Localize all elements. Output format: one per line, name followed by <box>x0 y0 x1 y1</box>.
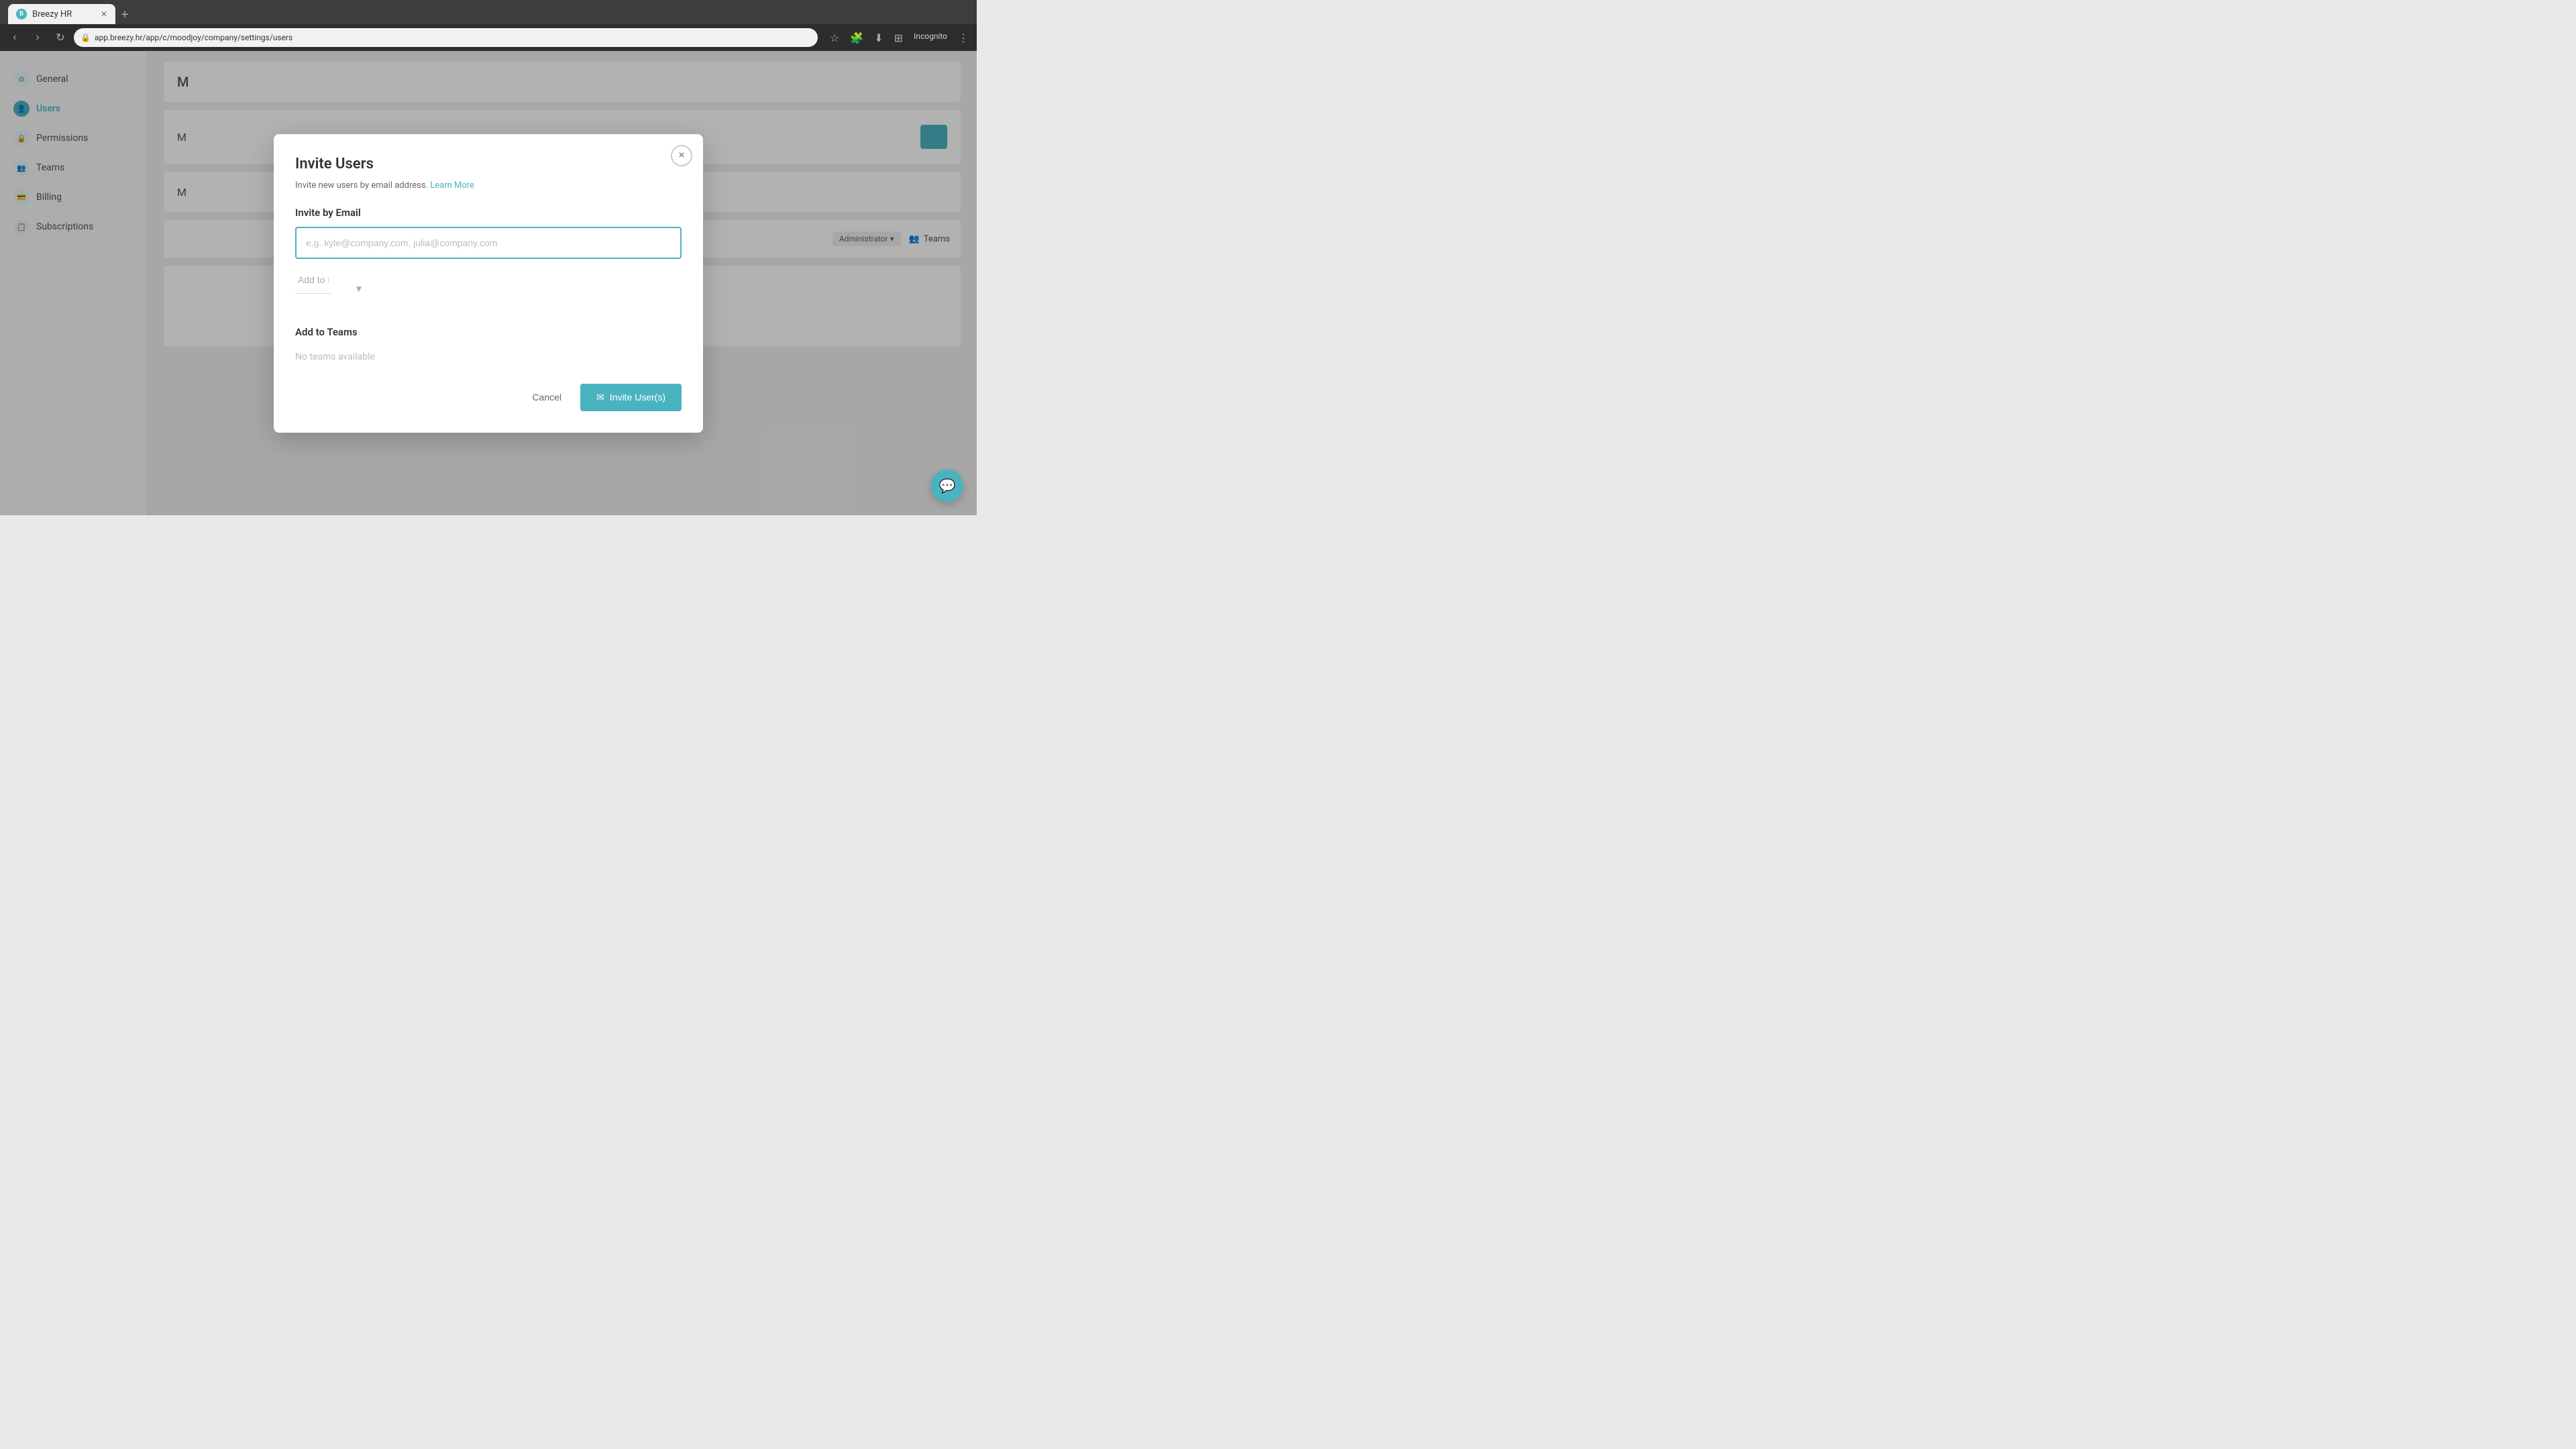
tab-bar: B Breezy HR ✕ + <box>0 0 977 24</box>
menu-icon[interactable]: ⋮ <box>955 29 971 47</box>
chat-icon: 💬 <box>939 478 956 494</box>
active-tab[interactable]: B Breezy HR ✕ <box>8 4 115 24</box>
role-select[interactable]: Add to this Role Administrator Recruiter… <box>295 267 331 294</box>
email-input[interactable] <box>295 227 682 259</box>
page-background: ⚙ General 👤 Users 🔒 Permissions 👥 Teams … <box>0 51 977 515</box>
forward-button[interactable]: › <box>28 28 47 47</box>
add-to-teams-label: Add to Teams <box>295 326 682 338</box>
cancel-button[interactable]: Cancel <box>521 384 572 411</box>
tab-close-button[interactable]: ✕ <box>101 9 107 19</box>
url-text: app.breezy.hr/app/c/moodjoy/company/sett… <box>95 33 292 42</box>
bookmark-icon[interactable]: ☆ <box>827 29 842 47</box>
modal-subtitle-text: Invite new users by email address. <box>295 180 428 191</box>
split-view-icon[interactable]: ⊞ <box>892 29 906 47</box>
invite-by-email-label: Invite by Email <box>295 207 682 219</box>
invite-users-button[interactable]: ✉ Invite User(s) <box>580 384 682 411</box>
back-button[interactable]: ‹ <box>5 28 24 47</box>
add-to-teams-section: Add to Teams No teams available <box>295 326 682 368</box>
no-teams-message: No teams available <box>295 346 682 368</box>
reload-button[interactable]: ↻ <box>51 28 70 47</box>
address-bar-row: ‹ › ↻ 🔒 app.breezy.hr/app/c/moodjoy/comp… <box>0 24 977 51</box>
modal-close-button[interactable]: × <box>671 145 692 166</box>
invite-icon: ✉ <box>596 392 604 403</box>
browser-toolbar-icons: ☆ 🧩 ⬇ ⊞ Incognito ⋮ <box>827 29 971 47</box>
role-select-wrapper: Add to this Role Administrator Recruiter… <box>295 267 367 310</box>
modal-subtitle: Invite new users by email address. Learn… <box>295 180 682 191</box>
new-tab-button[interactable]: + <box>115 5 134 24</box>
modal-footer: Cancel ✉ Invite User(s) <box>295 384 682 411</box>
extensions-icon[interactable]: 🧩 <box>847 29 866 47</box>
invite-button-label: Invite User(s) <box>610 392 665 402</box>
learn-more-link[interactable]: Learn More <box>430 180 474 191</box>
download-icon[interactable]: ⬇ <box>871 29 885 47</box>
invite-users-modal: × Invite Users Invite new users by email… <box>274 134 703 433</box>
address-bar[interactable]: 🔒 app.breezy.hr/app/c/moodjoy/company/se… <box>74 28 818 47</box>
chat-support-button[interactable]: 💬 <box>931 470 963 502</box>
tab-title: Breezy HR <box>32 9 72 19</box>
incognito-label: Incognito <box>911 29 950 47</box>
lock-icon: 🔒 <box>80 33 91 42</box>
tab-favicon: B <box>16 9 27 19</box>
modal-overlay[interactable]: × Invite Users Invite new users by email… <box>0 51 977 515</box>
modal-title: Invite Users <box>295 156 682 172</box>
